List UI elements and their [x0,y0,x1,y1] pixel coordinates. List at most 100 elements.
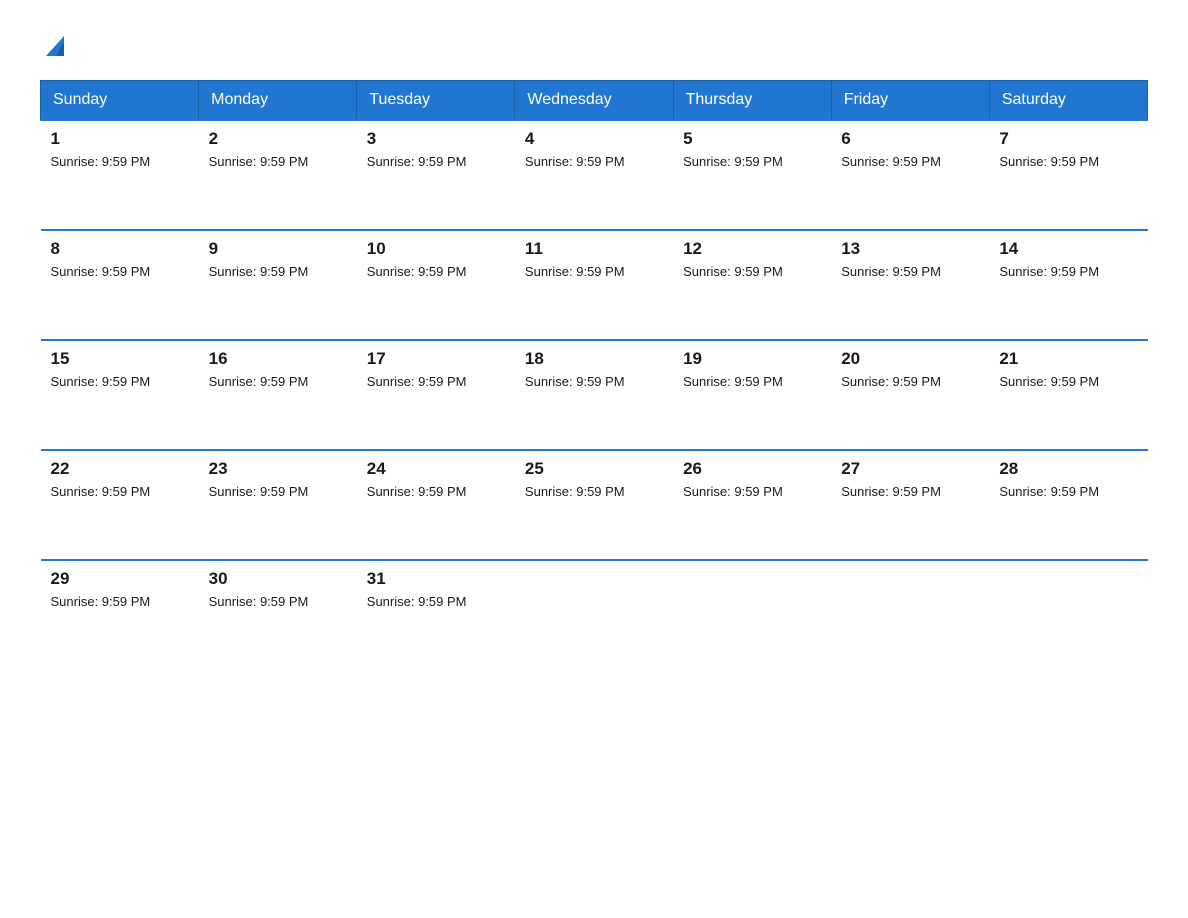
day-number: 12 [683,239,821,259]
calendar-cell: 8Sunrise: 9:59 PM [41,230,199,340]
weekday-header-row: Sunday Monday Tuesday Wednesday Thursday… [41,81,1148,121]
calendar-cell: 1 Sunrise: 9:59 PM [41,120,199,230]
calendar-cell: 23 Sunrise: 9:59 PM [199,450,357,560]
day-sunrise-info: Sunrise: 9:59 PM [209,594,309,609]
day-sunrise-info: Sunrise: 9:59 PM [841,374,941,389]
day-number: 16 [209,349,347,369]
day-number: 24 [367,459,505,479]
day-sunrise-info: Sunrise: 9:59 PM [209,484,309,499]
day-sunrise-info: Sunrise: 9:59 PM [999,264,1099,279]
calendar-cell [515,560,673,650]
header-friday: Friday [831,81,989,121]
day-number: 29 [51,569,189,589]
week-row-1: 1 Sunrise: 9:59 PM 2 Sunrise: 9:59 PM 3 Sunri… [41,120,1148,230]
calendar-cell: 14 Sunrise: 9:59 PM [989,230,1147,340]
calendar-cell: 25 Sunrise: 9:59 PM [515,450,673,560]
header-tuesday: Tuesday [357,81,515,121]
day-number: 27 [841,459,979,479]
day-number: 30 [209,569,347,589]
day-number: 18 [525,349,663,369]
day-number: 26 [683,459,821,479]
header-wednesday: Wednesday [515,81,673,121]
calendar-table: Sunday Monday Tuesday Wednesday Thursday… [40,80,1148,650]
day-sunrise-info: Sunrise: 9:59 PM [367,594,467,609]
calendar-cell [989,560,1147,650]
day-number: 21 [999,349,1137,369]
day-number: 23 [209,459,347,479]
day-number: 2 [209,129,347,149]
calendar-cell: 12 Sunrise: 9:59 PM [673,230,831,340]
day-sunrise-info: Sunrise: 9:59 PM [209,264,309,279]
day-sunrise-info: Sunrise: 9:59 PM [525,374,625,389]
day-sunrise-info: Sunrise: 9:59 PM [367,264,467,279]
calendar-cell [673,560,831,650]
header-sunday: Sunday [41,81,199,121]
day-sunrise-info: Sunrise: 9:59 PM [999,154,1099,169]
day-sunrise-info: Sunrise: 9:59 PM [209,374,309,389]
calendar-cell: 3 Sunrise: 9:59 PM [357,120,515,230]
calendar-cell: 21 Sunrise: 9:59 PM [989,340,1147,450]
calendar-cell: 2 Sunrise: 9:59 PM [199,120,357,230]
day-number: 1 [51,129,189,149]
day-sunrise-info: Sunrise: 9:59 PM [525,264,625,279]
day-number: 17 [367,349,505,369]
day-number: 15 [51,349,189,369]
calendar-cell: 10 Sunrise: 9:59 PM [357,230,515,340]
calendar-cell: 15 Sunrise: 9:59 PM [41,340,199,450]
day-sunrise-info: Sunrise: 9:59 PM [51,154,151,169]
day-number: 10 [367,239,505,259]
calendar-cell: 18 Sunrise: 9:59 PM [515,340,673,450]
day-number: 6 [841,129,979,149]
calendar-cell: 7 Sunrise: 9:59 PM [989,120,1147,230]
day-sunrise-info: Sunrise: 9:59 PM [51,264,151,279]
week-row-2: 8Sunrise: 9:59 PM 9 Sunrise: 9:59 PM 10 Sunr… [41,230,1148,340]
calendar-cell: 13Sunrise: 9:59 PM [831,230,989,340]
logo-triangle-icon [42,32,70,60]
day-sunrise-info: Sunrise: 9:59 PM [367,484,467,499]
calendar-cell: 9 Sunrise: 9:59 PM [199,230,357,340]
day-number: 19 [683,349,821,369]
day-number: 14 [999,239,1137,259]
day-number: 25 [525,459,663,479]
calendar-cell: 5Sunrise: 9:59 PM [673,120,831,230]
calendar-cell: 29 Sunrise: 9:59 PM [41,560,199,650]
calendar-cell [831,560,989,650]
day-sunrise-info: Sunrise: 9:59 PM [841,484,941,499]
day-number: 22 [51,459,189,479]
day-number: 20 [841,349,979,369]
week-row-5: 29Sunrise: 9:59 PM30Sunrise: 9:59 PM31Su… [41,560,1148,650]
day-number: 3 [367,129,505,149]
calendar-cell: 19 Sunrise: 9:59 PM [673,340,831,450]
day-sunrise-info: Sunrise: 9:59 PM [525,484,625,499]
week-row-4: 22 Sunrise: 9:59 PM 23 Sunrise: 9:59 PM 24 Su… [41,450,1148,560]
day-sunrise-info: Sunrise: 9:59 PM [683,484,783,499]
day-sunrise-info: Sunrise: 9:59 PM [51,594,151,609]
day-sunrise-info: Sunrise: 9:59 PM [209,154,309,169]
calendar-cell: 30 Sunrise: 9:59 PM [199,560,357,650]
week-row-3: 15 Sunrise: 9:59 PM 16 Sunrise: 9:59 PM 17 Su… [41,340,1148,450]
calendar-cell: 24 Sunrise: 9:59 PM [357,450,515,560]
calendar-cell: 28Sunrise: 9:59 PM [989,450,1147,560]
day-sunrise-info: Sunrise: 9:59 PM [367,374,467,389]
day-number: 9 [209,239,347,259]
day-sunrise-info: Sunrise: 9:59 PM [683,264,783,279]
day-sunrise-info: Sunrise: 9:59 PM [999,374,1099,389]
calendar-cell: 20 Sunrise: 9:59 PM [831,340,989,450]
page-header [40,30,1148,60]
day-number: 7 [999,129,1137,149]
day-number: 13 [841,239,979,259]
header-monday: Monday [199,81,357,121]
day-sunrise-info: Sunrise: 9:59 PM [683,154,783,169]
day-sunrise-info: Sunrise: 9:59 PM [683,374,783,389]
day-sunrise-info: Sunrise: 9:59 PM [367,154,467,169]
calendar-cell: 22 Sunrise: 9:59 PM [41,450,199,560]
calendar-cell: 16 Sunrise: 9:59 PM [199,340,357,450]
calendar-cell: 26 Sunrise: 9:59 PM [673,450,831,560]
day-sunrise-info: Sunrise: 9:59 PM [51,484,151,499]
calendar-cell: 11 Sunrise: 9:59 PM [515,230,673,340]
day-number: 28 [999,459,1137,479]
day-sunrise-info: Sunrise: 9:59 PM [51,374,151,389]
day-number: 11 [525,239,663,259]
calendar-cell: 27 Sunrise: 9:59 PM [831,450,989,560]
header-saturday: Saturday [989,81,1147,121]
